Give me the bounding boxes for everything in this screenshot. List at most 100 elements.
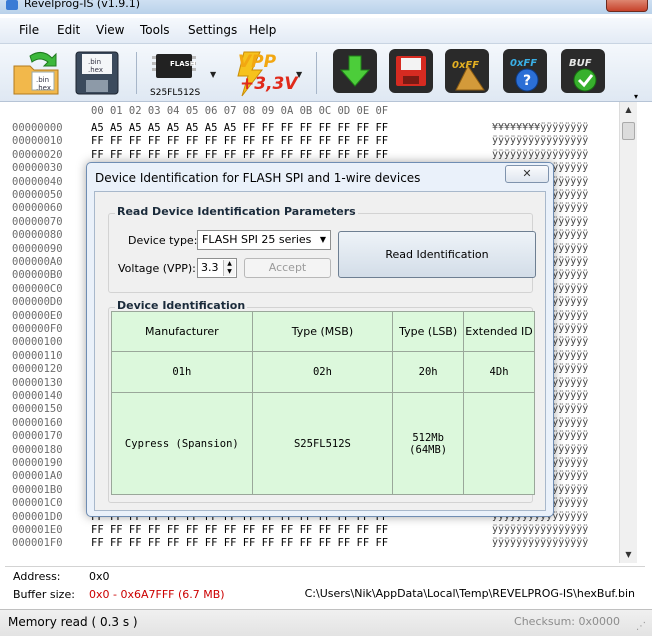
type-lsb-size: 512Mb (64MB) — [392, 392, 465, 495]
toolbar-separator — [316, 52, 317, 94]
erase-button[interactable]: 0xFF — [444, 48, 490, 98]
hex-row-address: 00000160 — [12, 416, 63, 429]
blank-check-button[interactable]: ? 0xFF — [502, 48, 548, 98]
window-close-button[interactable] — [606, 0, 648, 12]
header-manufacturer: Manufacturer — [111, 311, 253, 352]
menu-tools[interactable]: Tools — [140, 23, 170, 37]
accept-button[interactable]: Accept — [244, 258, 331, 278]
vpp-dropdown-arrow: ▼ — [296, 70, 303, 79]
hex-row-ascii[interactable]: ¥¥¥¥¥¥¥¥ÿÿÿÿÿÿÿÿ — [492, 122, 588, 133]
hex-row-address: 00000170 — [12, 430, 63, 443]
chip-name: S25FL512S — [150, 88, 201, 98]
checksum-text: Checksum: 0x0000 — [514, 615, 620, 628]
status-bar: Memory read ( 0.3 s ) Checksum: 0x0000 ⋰ — [0, 609, 652, 636]
buffer-size-value: 0x0 - 0x6A7FFF (6.7 MB) — [89, 588, 225, 601]
device-id-table: Manufacturer Type (MSB) Type (LSB) Exten… — [111, 311, 535, 495]
toolbar-overflow-arrow[interactable]: ▾ — [634, 92, 638, 101]
hex-row-ascii[interactable]: ÿÿÿÿÿÿÿÿÿÿÿÿÿÿÿÿ — [492, 149, 588, 160]
hex-row-ascii[interactable]: ÿÿÿÿÿÿÿÿÿÿÿÿÿÿÿÿ — [492, 537, 588, 548]
address-value: 0x0 — [89, 570, 110, 583]
status-text: Memory read ( 0.3 s ) — [8, 615, 138, 629]
menu-bar: File Edit View Tools Settings Help — [0, 18, 652, 44]
type-lsb-code: 20h — [392, 351, 465, 393]
scroll-up-arrow[interactable]: ▲ — [620, 102, 637, 118]
manufacturer-code: 01h — [111, 351, 253, 393]
hex-row-address: 000000D0 — [12, 296, 63, 309]
hex-row-bytes[interactable]: FF FF FF FF FF FF FF FF FF FF FF FF FF F… — [91, 135, 388, 147]
chip-dropdown-arrow: ▼ — [210, 70, 217, 79]
vpp-value: +3,3V — [240, 74, 298, 94]
hex-row-bytes[interactable]: FF FF FF FF FF FF FF FF FF FF FF FF FF F… — [91, 149, 388, 161]
device-type-value: FLASH SPI 25 series — [202, 233, 312, 246]
hex-row-bytes[interactable]: FF FF FF FF FF FF FF FF FF FF FF FF FF F… — [91, 537, 388, 549]
hex-row-bytes[interactable]: A5 A5 A5 A5 A5 A5 A5 A5 FF FF FF FF FF F… — [91, 122, 388, 134]
menu-view[interactable]: View — [96, 23, 124, 37]
voltage-stepper[interactable]: 3.3 ▲ ▼ — [197, 258, 237, 278]
hex-row-address: 00000070 — [12, 215, 63, 228]
hex-row-address: 00000140 — [12, 390, 63, 402]
hex-row-ascii[interactable]: ÿÿÿÿÿÿÿÿÿÿÿÿÿÿÿÿ — [492, 524, 588, 535]
dialog-title: Device Identification for FLASH SPI and … — [95, 171, 421, 185]
read-identification-button[interactable]: Read Identification — [338, 231, 536, 278]
svg-text:?: ? — [523, 73, 531, 89]
hex-row-address: 000001E0 — [12, 524, 63, 536]
hex-row-address: 00000040 — [12, 175, 63, 188]
manufacturer-name: Cypress (Spansion) — [111, 392, 253, 495]
hex-row-address: 00000120 — [12, 363, 63, 376]
resize-grip-icon[interactable]: ⋰ — [636, 621, 648, 633]
dialog-close-button[interactable]: ✕ — [505, 165, 549, 183]
buf-label: BUF — [569, 58, 592, 69]
open-file-button[interactable]: .bin .hex — [12, 48, 62, 98]
hex-row-address: 000001B0 — [12, 483, 63, 496]
check-icon — [561, 49, 605, 93]
menu-help[interactable]: Help — [249, 23, 276, 37]
voltage-label: Voltage (VPP): — [118, 262, 196, 275]
hex-column-header: 00 01 02 03 04 05 06 07 08 09 0A 0B 0C 0… — [91, 105, 389, 117]
hex-row-address: 00000080 — [12, 229, 63, 242]
save-file-button[interactable]: .bin .hex — [74, 48, 120, 98]
menu-settings[interactable]: Settings — [188, 23, 237, 37]
hex-row-address: 00000180 — [12, 443, 63, 456]
extended-id-name — [463, 392, 535, 495]
hex-row-address: 00000100 — [12, 336, 63, 349]
write-floppy-icon — [389, 49, 433, 93]
open-file-formats: .bin .hex — [36, 76, 51, 92]
blank-label: 0xFF — [510, 58, 538, 69]
address-label: Address: — [13, 570, 61, 583]
read-button[interactable] — [332, 48, 378, 98]
hex-row-address: 00000090 — [12, 242, 63, 255]
write-button[interactable] — [388, 48, 434, 98]
vpp-select-button[interactable]: VPP +3,3V ▼ — [228, 48, 306, 98]
menu-file[interactable]: File — [19, 23, 39, 37]
hex-row-ascii[interactable]: ÿÿÿÿÿÿÿÿÿÿÿÿÿÿÿÿ — [492, 135, 588, 146]
menu-edit[interactable]: Edit — [57, 23, 80, 37]
app-icon — [6, 0, 18, 10]
read-arrow-icon — [333, 49, 377, 93]
hex-row-address: 000000B0 — [12, 269, 63, 282]
hex-row-address: 000001A0 — [12, 470, 63, 483]
chip-select-button[interactable]: FLASH S25FL512S ▼ — [148, 48, 218, 98]
info-panel: Address: 0x0 Buffer size: 0x0 - 0x6A7FFF… — [5, 566, 645, 608]
header-type-lsb: Type (LSB) — [392, 311, 465, 352]
hex-row-address: 00000190 — [12, 457, 63, 469]
question-icon: ? — [503, 49, 547, 93]
hex-row-address: 00000030 — [12, 162, 63, 175]
hex-row-address: 00000060 — [12, 202, 63, 215]
device-type-select[interactable]: FLASH SPI 25 series ▼ — [197, 230, 331, 250]
vpp-text: VPP — [238, 52, 277, 72]
type-msb-code: 02h — [251, 351, 394, 393]
scroll-down-arrow[interactable]: ▼ — [620, 547, 637, 563]
type-msb-name: S25FL512S — [251, 392, 394, 495]
title-bar: Revelprog-IS (v1.9.1) — [0, 0, 652, 14]
stepper-arrows-icon[interactable]: ▲ ▼ — [223, 260, 235, 276]
hex-row-address: 000000E0 — [12, 309, 63, 322]
hex-row-address: 000001C0 — [12, 497, 63, 510]
scroll-thumb[interactable] — [622, 122, 635, 140]
broom-icon — [445, 49, 489, 93]
hex-scrollbar[interactable]: ▲ ▼ — [619, 102, 637, 563]
hex-row-bytes[interactable]: FF FF FF FF FF FF FF FF FF FF FF FF FF F… — [91, 524, 388, 536]
buffer-verify-button[interactable]: BUF — [560, 48, 606, 98]
erase-label: 0xFF — [452, 60, 480, 71]
buffer-file-path: C:\Users\Nik\AppData\Local\Temp\REVELPRO… — [304, 587, 635, 600]
extended-id-code: 4Dh — [463, 351, 535, 393]
